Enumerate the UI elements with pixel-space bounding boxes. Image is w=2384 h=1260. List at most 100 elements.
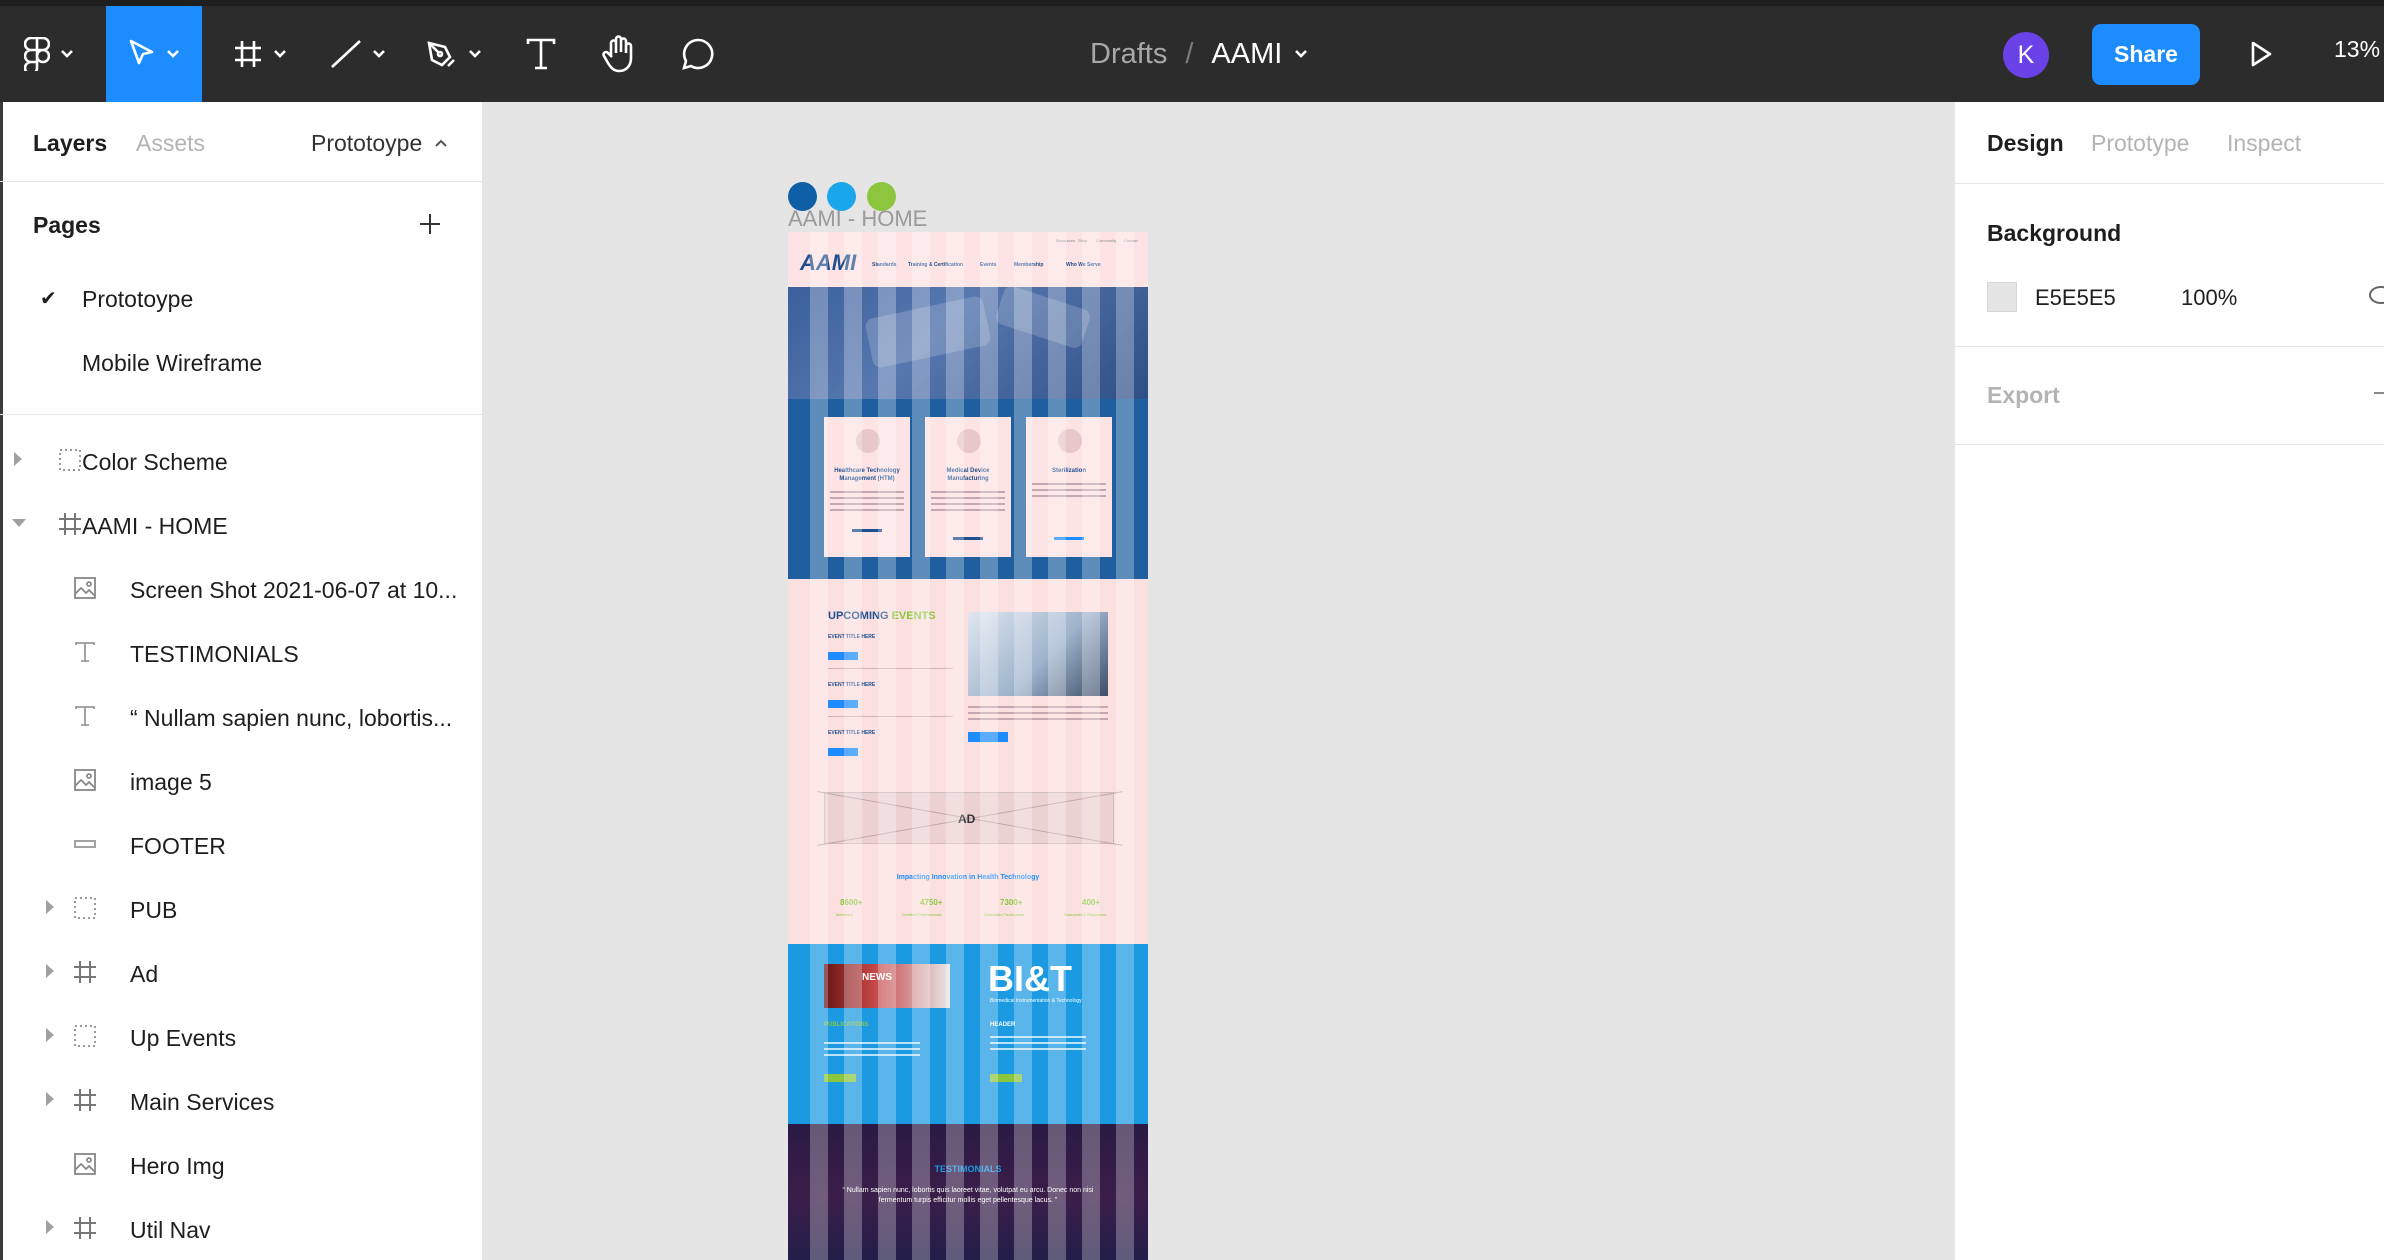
- text-icon: [72, 639, 98, 665]
- mock-util-item: Resources: [1056, 238, 1076, 243]
- mock-card-title: Medical Device Manufacturing: [946, 468, 990, 482]
- move-tool-button[interactable]: [106, 6, 202, 102]
- hand-icon: [602, 35, 633, 73]
- main-menu-button[interactable]: [14, 6, 84, 102]
- tab-inspect[interactable]: Inspect: [2227, 130, 2301, 157]
- layer-row[interactable]: FOOTER: [0, 814, 483, 878]
- background-color-swatch[interactable]: [1987, 282, 2017, 312]
- mock-text-line: [830, 509, 904, 511]
- caret-right-icon[interactable]: [46, 1220, 54, 1234]
- mock-stat-value: 400+: [1082, 898, 1101, 907]
- shape-tool-button[interactable]: [318, 6, 398, 102]
- pen-icon: [427, 41, 455, 67]
- mock-nav-item: Training & Certification: [908, 262, 964, 268]
- mock-text-line: [990, 1048, 1086, 1050]
- mock-read-more-link: [1054, 537, 1084, 540]
- tab-prototype[interactable]: Prototype: [2091, 130, 2189, 157]
- layer-row[interactable]: TESTIMONIALS: [0, 622, 483, 686]
- layer-row[interactable]: Ad: [0, 942, 483, 1006]
- layer-label: Screen Shot 2021-06-07 at 10...: [130, 577, 458, 603]
- mock-divider: [828, 716, 953, 717]
- layer-row[interactable]: Up Events: [0, 1006, 483, 1070]
- caret-right-icon[interactable]: [46, 1092, 54, 1106]
- page-switcher[interactable]: Prototoype: [311, 130, 422, 157]
- tab-design[interactable]: Design: [1987, 130, 2064, 157]
- caret-right-icon[interactable]: [46, 1028, 54, 1042]
- tab-layers[interactable]: Layers: [33, 130, 107, 157]
- layer-label: TESTIMONIALS: [130, 641, 299, 667]
- layer-label: PUB: [130, 897, 178, 923]
- mock-card-image-placeholder: [957, 429, 981, 453]
- hand-tool-button[interactable]: [584, 6, 654, 102]
- mock-card-image-placeholder: [1058, 429, 1082, 453]
- caret-down-icon[interactable]: [12, 519, 26, 527]
- frame-tool-button[interactable]: [220, 6, 300, 102]
- frame-label[interactable]: AAMI - HOME: [788, 206, 927, 232]
- comment-tool-button[interactable]: [662, 6, 734, 102]
- layer-row[interactable]: Screen Shot 2021-06-07 at 10...: [0, 558, 483, 622]
- layer-row[interactable]: Color Scheme: [0, 430, 483, 494]
- mock-card-title: Healthcare Technology Management (HTM): [834, 468, 900, 482]
- text-t-icon: [526, 38, 556, 70]
- mock-testimonials-title: TESTIMONIALS: [934, 1164, 1002, 1174]
- mock-text-line: [830, 497, 904, 499]
- text-tool-button[interactable]: [506, 6, 576, 102]
- file-name[interactable]: AAMI: [1211, 38, 1282, 71]
- layers-panel: Layers Assets Prototoype Pages ✔ Prototo…: [0, 102, 483, 1260]
- mock-stat-value: 7300+: [1000, 898, 1023, 907]
- layer-row[interactable]: Hero Img: [0, 1134, 483, 1198]
- pages-header: Pages: [33, 212, 101, 238]
- mock-event-title: EVENT TITLE HERE: [828, 634, 876, 640]
- caret-right-icon[interactable]: [46, 900, 54, 914]
- page-item[interactable]: Mobile Wireframe: [0, 332, 483, 392]
- layer-label: Util Nav: [130, 1217, 211, 1243]
- layer-label: Color Scheme: [82, 449, 228, 475]
- zoom-level[interactable]: 13%: [2334, 36, 2380, 63]
- aami-home-frame[interactable]: AAMI Standards Training & Certification …: [788, 232, 1148, 1260]
- export-toggle-icon[interactable]: [2374, 392, 2384, 394]
- layer-row[interactable]: “ Nullam sapien nunc, lobortis...: [0, 686, 483, 750]
- visibility-eye-icon[interactable]: [2369, 286, 2384, 304]
- layer-row[interactable]: AAMI - HOME: [0, 494, 483, 558]
- layer-row[interactable]: image 5: [0, 750, 483, 814]
- chevron-up-icon[interactable]: [434, 138, 448, 148]
- layer-row[interactable]: Util Nav: [0, 1198, 483, 1260]
- tab-assets[interactable]: Assets: [136, 130, 205, 157]
- canvas[interactable]: AAMI - HOME AAMI Standards Training & Ce…: [483, 102, 1954, 1260]
- present-button[interactable]: [2236, 6, 2286, 102]
- layer-label: image 5: [130, 769, 212, 795]
- chevron-down-icon: [373, 50, 385, 58]
- group-icon: [57, 447, 83, 473]
- layer-label: FOOTER: [130, 833, 226, 859]
- checkmark-icon: ✔: [40, 288, 57, 310]
- user-avatar[interactable]: K: [2003, 32, 2049, 78]
- divider: [1955, 346, 2384, 347]
- mock-stat-label: Members: [836, 912, 853, 917]
- mock-hero-image: [788, 284, 1148, 399]
- share-button[interactable]: Share: [2092, 24, 2200, 85]
- background-opacity-input[interactable]: 100%: [2181, 285, 2237, 311]
- background-hex-input[interactable]: E5E5E5: [2035, 285, 2116, 311]
- mock-text-line: [968, 712, 1108, 714]
- caret-right-icon[interactable]: [14, 452, 22, 466]
- layer-row[interactable]: Main Services: [0, 1070, 483, 1134]
- mock-ad-placeholder: AD: [817, 791, 1123, 846]
- figma-logo-icon: [24, 37, 50, 71]
- mock-events-title-b: EVENTS: [891, 610, 936, 622]
- page-item[interactable]: ✔ Prototoype: [0, 268, 483, 328]
- mock-pub-header: PUBLICATIONS: [824, 1022, 869, 1028]
- caret-right-icon[interactable]: [46, 964, 54, 978]
- chevron-down-icon[interactable]: [1294, 49, 1308, 59]
- layer-row[interactable]: PUB: [0, 878, 483, 942]
- breadcrumb-drafts-link[interactable]: Drafts: [1090, 38, 1167, 71]
- export-section-title[interactable]: Export: [1987, 382, 2060, 409]
- mock-events-image: [968, 612, 1108, 696]
- add-page-button[interactable]: [418, 206, 442, 245]
- pen-tool-button[interactable]: [414, 6, 494, 102]
- frame-icon: [72, 1215, 98, 1241]
- mock-hero-shape: [864, 295, 992, 369]
- mock-publications-section: NEWS BI&T Biomedical Instrumentation & T…: [788, 944, 1148, 1124]
- mock-text-line: [990, 1036, 1086, 1038]
- breadcrumb-separator: /: [1185, 37, 1194, 70]
- chevron-down-icon: [167, 50, 179, 58]
